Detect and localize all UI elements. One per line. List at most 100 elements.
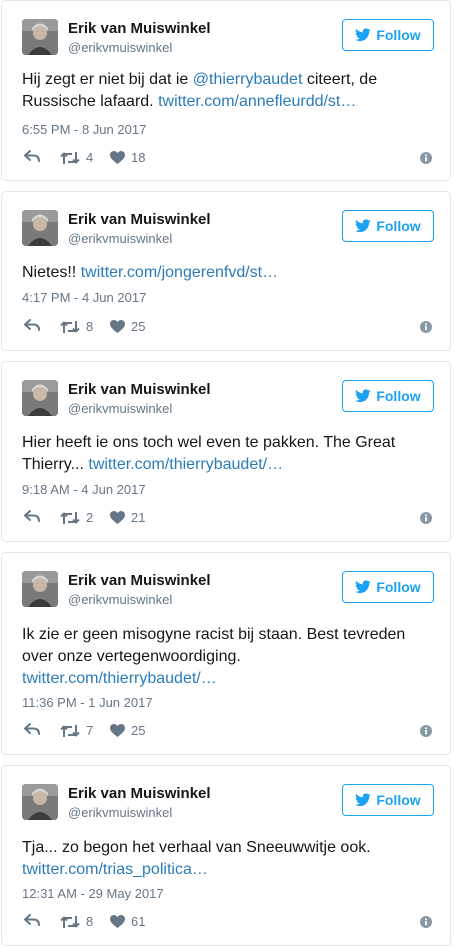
follow-button[interactable]: Follow (342, 210, 434, 242)
info-icon (420, 916, 432, 928)
info-button[interactable] (420, 724, 432, 742)
tweet-timestamp[interactable]: 11:36 PM - 1 Jun 2017 (22, 695, 153, 710)
tweet-text-before: Ik zie er geen misogyne racist bij staan… (22, 626, 406, 665)
like-button[interactable]: 25 (110, 723, 145, 738)
retweet-icon (60, 320, 80, 333)
author-handle[interactable]: @erikvmuiswinkel (68, 40, 172, 55)
heart-icon (110, 915, 125, 928)
like-button[interactable]: 25 (110, 319, 145, 334)
tweet-link[interactable]: twitter.com/thierrybaudet/… (88, 456, 283, 473)
author-handle[interactable]: @erikvmuiswinkel (68, 401, 172, 416)
follow-button[interactable]: Follow (342, 380, 434, 412)
tweet-text-before: Hij zegt er niet bij dat ie (22, 71, 193, 88)
twitter-bird-icon (355, 389, 372, 403)
reply-button[interactable] (24, 150, 40, 162)
retweet-icon (60, 915, 80, 928)
tweet-timestamp[interactable]: 12:31 AM - 29 May 2017 (22, 886, 164, 901)
tweet-link[interactable]: twitter.com/jongerenfvd/st… (81, 264, 278, 281)
follow-button[interactable]: Follow (342, 571, 434, 603)
tweet-text-before: Tja... zo begon het verhaal van Sneeuwwi… (22, 839, 371, 856)
avatar[interactable] (22, 571, 58, 607)
author-handle[interactable]: @erikvmuiswinkel (68, 231, 172, 246)
retweet-button[interactable]: 2 (60, 510, 93, 525)
retweet-button[interactable]: 7 (60, 723, 93, 738)
reply-button[interactable] (24, 319, 40, 331)
author-name[interactable]: Erik van Muiswinkel (68, 381, 211, 398)
tweet-actions: 7 25 (22, 723, 432, 739)
author-name[interactable]: Erik van Muiswinkel (68, 20, 211, 37)
info-icon (420, 152, 432, 164)
tweet-timestamp[interactable]: 6:55 PM - 8 Jun 2017 (22, 122, 146, 137)
avatar[interactable] (22, 784, 58, 820)
tweet-actions: 4 18 (22, 150, 432, 166)
retweet-button[interactable]: 8 (60, 319, 93, 334)
reply-arrow-icon (24, 150, 40, 162)
retweet-count: 8 (86, 914, 94, 929)
like-count: 25 (131, 319, 146, 334)
avatar[interactable] (22, 380, 58, 416)
author-name[interactable]: Erik van Muiswinkel (68, 211, 211, 228)
tweet-timestamp[interactable]: 4:17 PM - 4 Jun 2017 (22, 290, 146, 305)
reply-button[interactable] (24, 723, 40, 735)
tweet-link[interactable]: twitter.com/annefleurdd/st… (158, 93, 356, 110)
like-button[interactable]: 21 (110, 510, 145, 525)
mention-link[interactable]: @thierrybaudet (193, 71, 303, 88)
reply-button[interactable] (24, 510, 40, 522)
like-count: 21 (131, 510, 146, 525)
retweet-icon (60, 151, 80, 164)
tweet-text: Hier heeft ie ons toch wel even te pakke… (22, 432, 432, 476)
follow-button[interactable]: Follow (342, 784, 434, 816)
twitter-bird-icon (355, 219, 372, 233)
retweet-count: 4 (86, 150, 94, 165)
like-count: 25 (131, 723, 146, 738)
twitter-bird-icon (355, 793, 372, 807)
retweet-button[interactable]: 8 (60, 914, 93, 929)
twitter-bird-icon (355, 580, 372, 594)
retweet-icon (60, 724, 80, 737)
tweet-actions: 8 25 (22, 319, 432, 335)
tweet-text: Ik zie er geen misogyne racist bij staan… (22, 624, 432, 690)
author-name[interactable]: Erik van Muiswinkel (68, 572, 211, 589)
avatar[interactable] (22, 210, 58, 246)
heart-icon (110, 724, 125, 737)
tweet-text: Hij zegt er niet bij dat ie @thierrybaud… (22, 69, 432, 113)
retweet-button[interactable]: 4 (60, 150, 93, 165)
author-name[interactable]: Erik van Muiswinkel (68, 785, 211, 802)
like-count: 18 (131, 150, 146, 165)
info-button[interactable] (420, 320, 432, 338)
tweet-link[interactable]: twitter.com/trias_politica… (22, 861, 208, 878)
tweet-card: Erik van Muiswinkel @erikvmuiswinkel Fol… (1, 191, 451, 351)
reply-arrow-icon (24, 510, 40, 522)
tweet-actions: 8 61 (22, 914, 432, 930)
follow-label: Follow (376, 792, 421, 808)
info-icon (420, 321, 432, 333)
author-handle[interactable]: @erikvmuiswinkel (68, 805, 172, 820)
info-icon (420, 725, 432, 737)
tweet-link[interactable]: twitter.com/thierrybaudet/… (22, 670, 217, 687)
author-handle[interactable]: @erikvmuiswinkel (68, 592, 172, 607)
retweet-count: 7 (86, 723, 94, 738)
info-button[interactable] (420, 151, 432, 169)
reply-arrow-icon (24, 723, 40, 735)
reply-arrow-icon (24, 319, 40, 331)
heart-icon (110, 151, 125, 164)
like-button[interactable]: 61 (110, 914, 145, 929)
info-button[interactable] (420, 511, 432, 529)
tweet-card: Erik van Muiswinkel @erikvmuiswinkel Fol… (1, 361, 451, 542)
like-button[interactable]: 18 (110, 150, 145, 165)
follow-button[interactable]: Follow (342, 19, 434, 51)
twitter-bird-icon (355, 28, 372, 42)
avatar[interactable] (22, 19, 58, 55)
tweet-timestamp[interactable]: 9:18 AM - 4 Jun 2017 (22, 482, 146, 497)
info-button[interactable] (420, 915, 432, 933)
tweet-text: Tja... zo begon het verhaal van Sneeuwwi… (22, 837, 432, 881)
tweet-card: Erik van Muiswinkel @erikvmuiswinkel Fol… (1, 552, 451, 755)
reply-button[interactable] (24, 914, 40, 926)
retweet-icon (60, 511, 80, 524)
info-icon (420, 512, 432, 524)
tweet-text: Nietes!! twitter.com/jongerenfvd/st… (22, 262, 432, 284)
tweet-text-before: Nietes!! (22, 264, 81, 281)
follow-label: Follow (376, 388, 421, 404)
tweet-card: Erik van Muiswinkel @erikvmuiswinkel Fol… (1, 0, 451, 181)
retweet-count: 2 (86, 510, 94, 525)
